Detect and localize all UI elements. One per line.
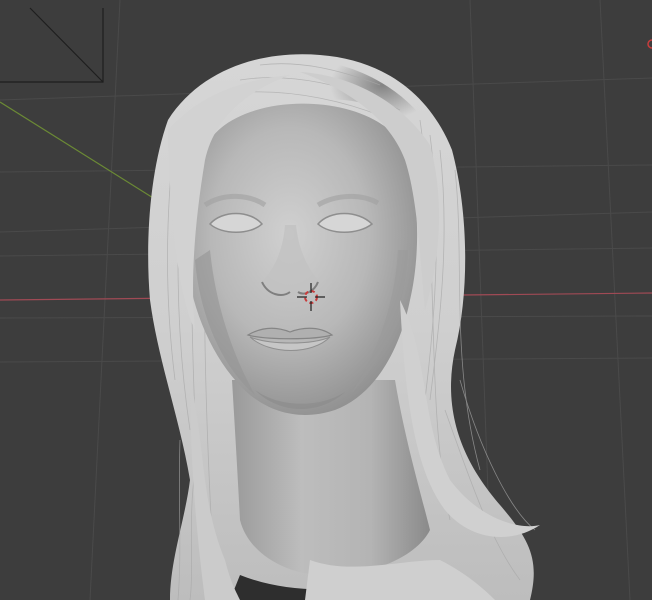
viewport-canvas[interactable] (0, 0, 652, 600)
gizmo-edge-icon[interactable] (647, 39, 652, 49)
3d-viewport[interactable] (0, 0, 652, 600)
camera-frame[interactable] (0, 7, 104, 83)
